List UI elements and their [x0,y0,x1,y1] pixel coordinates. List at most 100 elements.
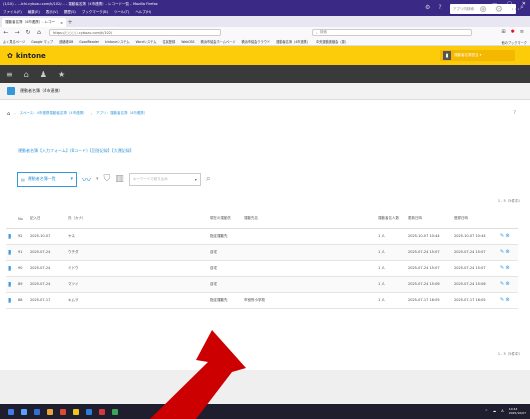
column-header[interactable]: 氏（カナ） [66,210,112,229]
column-header[interactable]: 登録日時 [452,210,498,229]
cell-created: 2025-07-24 15:06 [452,276,498,293]
bar-chart-icon[interactable]: ▥ [115,174,124,184]
kintone-logo[interactable]: ✿ kintone [7,52,46,60]
app-search-icon[interactable]: ⌕ [520,3,524,12]
delete-icon[interactable]: ⊗ [505,249,509,255]
search-icon[interactable]: ⌕ [206,174,211,184]
taskbar-app-icon[interactable] [86,408,92,415]
app-search-placeholder: アプリ内検索 [453,6,474,11]
people-icon[interactable]: ♟ [40,70,47,79]
record-detail-icon[interactable]: ▮ [8,233,11,240]
reload-icon[interactable]: ↻ [25,29,31,36]
taskbar-app-icon[interactable] [60,408,66,415]
browser-tab[interactable]: 運動者名簿（4市連携）‑ レコー × [2,18,66,27]
network-icon[interactable]: ☁ [493,409,497,413]
delete-icon[interactable]: ⊗ [505,281,509,287]
url-bar[interactable]: https://○○○○.cybozu.com/k/102/ [49,29,221,36]
ime-indicator[interactable]: A [501,409,503,413]
bookmark-item[interactable]: Google マップ [31,39,53,44]
more-options-icon[interactable]: ⋯ [511,5,520,15]
edit-pencil-icon[interactable]: ✎ [500,249,504,255]
bookmark-item[interactable]: よく見るページ [3,39,25,44]
help-icon[interactable]: ? [438,4,441,11]
menu-view[interactable]: 表示(V) [46,10,58,15]
cell-date: 2025-07-24 [28,276,66,293]
gear-icon[interactable]: ⚙ [425,4,430,11]
help-icon[interactable]: ? [513,110,516,116]
tray-chevron-icon[interactable]: ^ [485,409,488,413]
taskbar-app-icon[interactable] [73,408,79,415]
bookmark-item[interactable]: 横浜市議会クラウド [241,39,270,44]
record-detail-icon[interactable]: ▮ [8,297,11,304]
graph-icon[interactable]: 〰 [82,173,91,186]
home-icon[interactable]: ⌂ [7,111,10,117]
menu-tools[interactable]: ツール(T) [114,10,129,15]
extension-icon[interactable]: ✱ [511,29,515,35]
column-header[interactable]: 更新日時 [406,210,452,229]
chevron-down-icon: ▾ [70,176,73,182]
column-header[interactable]: 運動者名人数 [376,210,406,229]
menu-edit[interactable]: 編集(E) [28,10,40,15]
menu-history[interactable]: 履歴(S) [64,10,76,15]
edit-pencil-icon[interactable]: ✎ [500,281,504,287]
bookmark-item[interactable]: Wordシステム [136,39,157,44]
bookmark-item[interactable]: kintoneシステム [105,39,130,44]
column-header[interactable]: No [16,210,28,229]
column-header[interactable]: 運動先名 [242,210,292,229]
tab-close-icon[interactable]: × [60,21,63,25]
cell-count: 1 人 [376,228,406,245]
record-detail-icon[interactable]: ▮ [8,249,11,256]
back-arrow-icon[interactable]: ← [3,29,9,36]
taskbar-app-icon[interactable] [112,408,118,415]
edit-pencil-icon[interactable]: ✎ [500,265,504,271]
bookmark-item[interactable]: 横浜市議会ホームページ [201,39,236,44]
cell-updated: 2025-07-17 16:05 [406,292,452,309]
favorite-star-icon[interactable]: ★ [58,70,65,79]
bookmark-item[interactable]: 連絡帳DB [59,39,73,44]
delete-icon[interactable]: ⊗ [505,297,509,303]
menu-bookmarks[interactable]: ブックマーク(B) [82,10,108,15]
other-bookmarks[interactable]: 他のブックマーク [502,40,528,45]
user-menu[interactable]: ▮ 運動者名簿担当 ▾ [440,50,515,61]
filter-input[interactable]: キーワードで絞り込み ▾ [128,172,201,186]
edit-pencil-icon[interactable]: ✎ [500,297,504,303]
taskbar-app-icon[interactable] [99,408,105,415]
related-links[interactable]: 運動者名簿【入力フォーム】(Bコード)【回答記録】【大運記録】 [18,148,134,154]
breadcrumb-space[interactable]: スペース：4市連携運動者名簿（4市連携） [20,111,87,116]
windows-start-icon[interactable] [8,408,14,415]
breadcrumb-app[interactable]: アプリ：運動者名簿（4市連携） [96,111,147,116]
browser-search-input[interactable]: ⌕ 検索 [312,29,472,36]
view-select[interactable]: ▤ 運動者名簿一覧 ▾ [17,171,77,187]
clock[interactable]: 10:44 2025/10/07 [509,407,526,415]
bookmark-item[interactable]: GoodReader [79,40,99,44]
avatar: ▮ [443,51,451,60]
hamburger-menu-icon[interactable]: ≡ [6,70,13,79]
bookmark-item[interactable]: WebCBS [181,40,194,44]
bookmark-item[interactable]: 運動者名簿（4市連携） [276,39,310,44]
record-detail-icon[interactable]: ▮ [8,265,11,272]
add-record-icon[interactable]: ⊕ [479,5,487,15]
delete-icon[interactable]: ⊗ [505,233,509,239]
column-header[interactable]: 記入日 [28,210,66,229]
bookmark-item[interactable]: 中央運動連絡会（運） [316,39,348,44]
portal-home-icon[interactable]: ⌂ [24,70,29,79]
forward-arrow-icon[interactable]: → [14,29,20,36]
table-row: ▮ 89 2025-07-24 マツイ 自宅 1 人 2025-07-24 15… [6,276,518,293]
taskbar-app-icon[interactable] [34,408,40,415]
menu-file[interactable]: ファイル(F) [3,10,22,15]
filter-icon[interactable]: ⛉ [104,174,111,184]
home-icon[interactable]: ⌂ [36,29,42,36]
library-icon[interactable]: ⊞ [501,29,505,35]
delete-icon[interactable]: ⊗ [505,265,509,271]
menu-help[interactable]: ヘルプ(H) [135,10,151,15]
new-tab-button[interactable]: + [66,18,74,27]
chevron-down-icon[interactable]: ▾ [96,176,99,182]
taskbar-app-icon[interactable] [21,408,27,415]
gear-icon[interactable]: ⚙ [495,5,503,15]
record-detail-icon[interactable]: ▮ [8,281,11,288]
column-header[interactable]: 現在の運動先 [208,210,242,229]
menu-icon[interactable]: ≡ [520,29,524,35]
bookmark-item[interactable]: 住民登録 [162,39,175,44]
taskbar-app-icon[interactable] [47,408,53,415]
edit-pencil-icon[interactable]: ✎ [500,233,504,239]
